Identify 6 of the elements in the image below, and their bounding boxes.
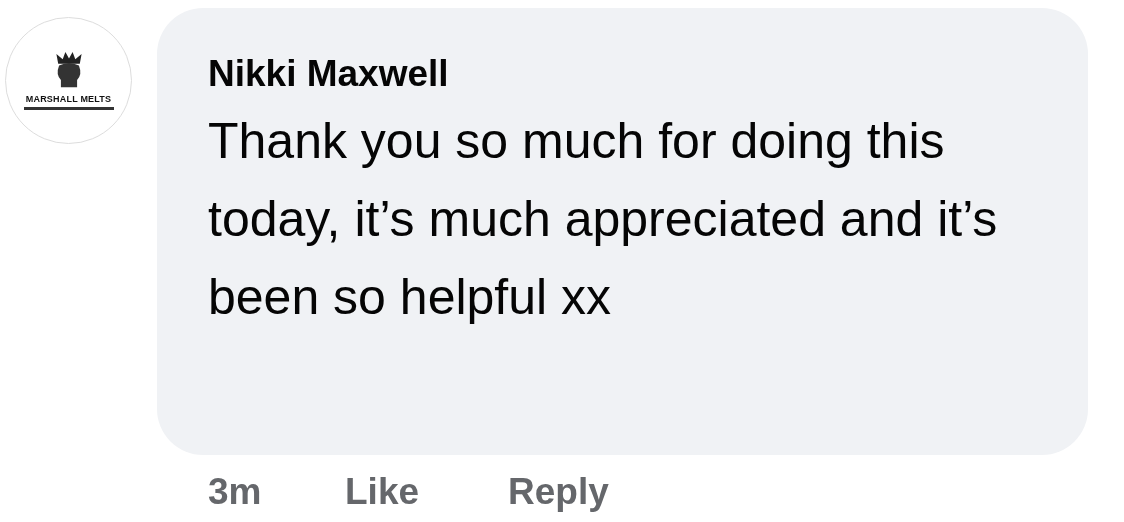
timestamp[interactable]: 3m [208,467,345,517]
logo-text: MARSHALL MELTS [25,94,112,104]
author-name[interactable]: Nikki Maxwell [208,46,1048,102]
reply-link[interactable]: Reply [508,467,609,517]
like-link[interactable]: Like [345,467,508,517]
comment-text: Thank you so much for doing this today, it’s much appreciated and it’s been so helpful xx [208,112,999,327]
